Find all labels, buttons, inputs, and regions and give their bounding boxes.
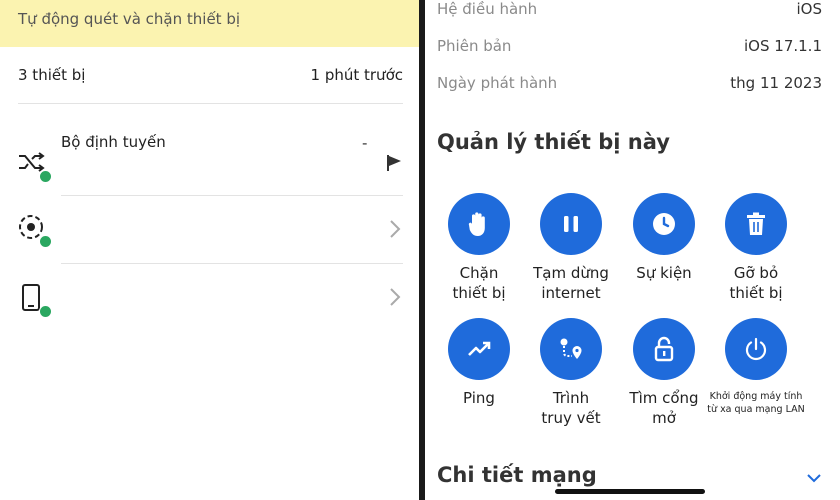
- chevron-right-icon[interactable]: [388, 286, 402, 308]
- trend-icon: [448, 318, 510, 380]
- find-open-ports-button[interactable]: Tìm cổng mở: [614, 318, 714, 428]
- device-value: -: [362, 134, 368, 152]
- home-indicator: [555, 489, 705, 494]
- auto-scan-banner[interactable]: Tự động quét và chặn thiết bị: [0, 0, 419, 47]
- online-status-dot: [39, 235, 52, 248]
- device-list: Bộ định tuyến -: [0, 104, 419, 332]
- info-value: thg 11 2023: [730, 74, 822, 92]
- events-button[interactable]: Sự kiện: [614, 193, 714, 283]
- device-detail-panel: Hệ điều hành iOS Phiên bản iOS 17.1.1 Ng…: [425, 0, 840, 500]
- info-row-release-date: Ngày phát hành thg 11 2023: [437, 74, 822, 92]
- lock-icon: [633, 318, 695, 380]
- device-row-unknown[interactable]: [0, 196, 419, 264]
- scan-summary: 3 thiết bị 1 phút trước: [0, 47, 419, 103]
- pause-icon: [540, 193, 602, 255]
- block-device-button[interactable]: Chặn thiết bị: [429, 193, 529, 303]
- last-scan-time: 1 phút trước: [310, 66, 403, 84]
- info-value: iOS: [796, 0, 823, 18]
- clock-icon: [633, 193, 695, 255]
- action-label: Sự kiện: [636, 264, 692, 282]
- online-status-dot: [39, 305, 52, 318]
- power-icon: [725, 318, 787, 380]
- remove-device-button[interactable]: Gỡ bỏ thiết bị: [706, 193, 806, 303]
- action-label: Chặn thiết bị: [452, 264, 506, 302]
- ping-button[interactable]: Ping: [429, 318, 529, 408]
- wake-on-lan-button[interactable]: Khởi động máy tính từ xa qua mạng LAN: [706, 318, 806, 416]
- action-label: Tìm cổng mở: [629, 389, 699, 427]
- phone-icon: [16, 282, 52, 318]
- action-label: Gỡ bỏ thiết bị: [729, 264, 783, 302]
- shuffle-icon: [16, 147, 52, 183]
- route-icon: [540, 318, 602, 380]
- chevron-right-icon[interactable]: [388, 218, 402, 240]
- online-status-dot: [39, 170, 52, 183]
- action-label: Khởi động máy tính từ xa qua mạng LAN: [707, 391, 805, 415]
- flag-icon[interactable]: [386, 154, 402, 172]
- action-label: Trình truy vết: [541, 389, 601, 427]
- device-row-router[interactable]: Bộ định tuyến -: [0, 104, 419, 196]
- network-details-title[interactable]: Chi tiết mạng: [437, 463, 597, 487]
- info-row-os: Hệ điều hành iOS: [437, 0, 822, 18]
- device-row-phone[interactable]: [0, 264, 419, 332]
- action-label: Tạm dừng internet: [533, 264, 609, 302]
- pause-internet-button[interactable]: Tạm dừng internet: [521, 193, 621, 303]
- info-row-version: Phiên bản iOS 17.1.1: [437, 37, 822, 55]
- chevron-down-icon[interactable]: [806, 469, 822, 483]
- device-count: 3 thiết bị: [18, 66, 86, 84]
- info-key: Ngày phát hành: [437, 74, 558, 92]
- device-name: Bộ định tuyến: [61, 133, 166, 151]
- info-key: Hệ điều hành: [437, 0, 538, 18]
- device-list-panel: Tự động quét và chặn thiết bị 3 thiết bị…: [0, 0, 419, 500]
- traceroute-button[interactable]: Trình truy vết: [521, 318, 621, 428]
- manage-device-title: Quản lý thiết bị này: [437, 130, 670, 154]
- trash-icon: [725, 193, 787, 255]
- info-key: Phiên bản: [437, 37, 512, 55]
- hand-icon: [448, 193, 510, 255]
- info-value: iOS 17.1.1: [744, 37, 822, 55]
- target-device-icon: [16, 212, 52, 248]
- action-label: Ping: [463, 389, 495, 407]
- auto-scan-banner-text: Tự động quét và chặn thiết bị: [18, 10, 241, 28]
